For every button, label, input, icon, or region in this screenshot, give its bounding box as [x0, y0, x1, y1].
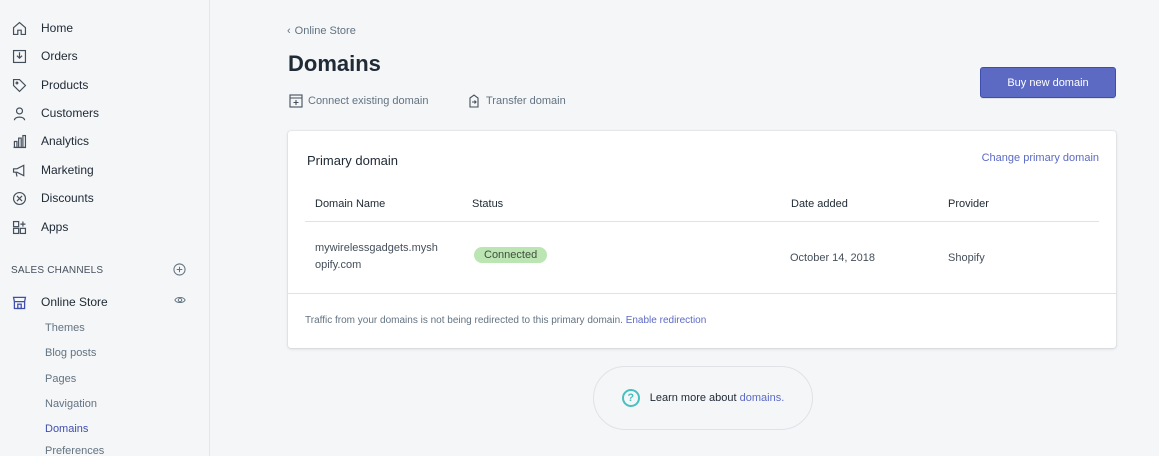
sidebar-item-label: Orders [41, 49, 78, 63]
sidebar-item-label: Online Store [41, 295, 108, 309]
traffic-text: Traffic from your domains is not being r… [305, 315, 623, 326]
apps-icon [10, 218, 28, 236]
breadcrumb-back[interactable]: ‹ Online Store [287, 25, 356, 37]
sidebar-item-marketing[interactable]: Marketing [0, 156, 210, 184]
learn-more-prefix: Learn more about [649, 392, 737, 404]
card-title: Primary domain [307, 153, 399, 168]
transfer-domain-action[interactable]: Transfer domain [467, 94, 566, 108]
sidebar-subitem-domains[interactable]: Domains [45, 423, 88, 435]
transfer-domain-icon [469, 94, 479, 108]
help-icon: ? [621, 389, 640, 407]
domains-help-link[interactable]: domains. [740, 392, 785, 404]
sales-channels-heading: SALES CHANNELS [11, 265, 104, 276]
column-header-date: Date added [791, 198, 848, 210]
discount-icon [10, 189, 28, 207]
enable-redirection-link[interactable]: Enable redirection [626, 315, 707, 326]
person-icon [10, 104, 28, 122]
date-added-cell: October 14, 2018 [790, 252, 876, 264]
buy-new-domain-button[interactable]: Buy new domain [980, 67, 1116, 98]
tag-icon [10, 76, 28, 94]
column-header-domain: Domain Name [315, 198, 386, 210]
sidebar-item-orders[interactable]: Orders [0, 42, 210, 70]
megaphone-icon [10, 161, 28, 179]
header-divider [305, 221, 1099, 222]
sidebar-subitem-navigation[interactable]: Navigation [45, 398, 97, 410]
breadcrumb-label: Online Store [294, 25, 356, 37]
sidebar-item-apps[interactable]: Apps [0, 213, 210, 241]
sidebar-item-customers[interactable]: Customers [0, 99, 210, 127]
sidebar-item-label: Discounts [41, 191, 94, 205]
chevron-left-icon: ‹ [287, 25, 291, 37]
sidebar-item-products[interactable]: Products [0, 71, 210, 99]
sidebar: Home Orders Products Customers Analytics… [0, 0, 210, 456]
eye-icon[interactable] [174, 294, 186, 306]
sidebar-item-label: Marketing [41, 163, 94, 177]
transfer-domain-label: Transfer domain [486, 95, 566, 107]
sidebar-item-label: Apps [41, 220, 69, 234]
domain-name-line: opify.com [315, 259, 362, 271]
sidebar-item-label: Customers [41, 106, 100, 120]
status-badge: Connected [474, 247, 548, 263]
domain-name-cell: mywirelessgadgets.mysh opify.com [315, 240, 438, 274]
column-header-provider: Provider [948, 198, 989, 210]
store-icon [10, 293, 28, 311]
connect-existing-domain-action[interactable]: Connect existing domain [289, 94, 428, 108]
sidebar-subitem-themes[interactable]: Themes [45, 322, 85, 334]
sidebar-subitem-pages[interactable]: Pages [45, 373, 76, 385]
sidebar-item-analytics[interactable]: Analytics [0, 127, 210, 155]
sidebar-item-home[interactable]: Home [0, 14, 210, 42]
change-primary-domain-link[interactable]: Change primary domain [982, 152, 1099, 164]
column-header-status: Status [472, 198, 504, 210]
sidebar-item-label: Home [41, 21, 74, 35]
provider-cell: Shopify [948, 252, 985, 264]
learn-more-box: ? Learn more about domains. [593, 366, 813, 430]
sidebar-item-discounts[interactable]: Discounts [0, 184, 210, 212]
bar-chart-icon [10, 132, 28, 150]
sidebar-subitem-blog-posts[interactable]: Blog posts [45, 347, 96, 359]
sidebar-item-label: Products [41, 78, 89, 92]
page-title: Domains [288, 51, 381, 76]
connect-domain-label: Connect existing domain [308, 95, 429, 107]
connect-domain-icon [289, 94, 303, 108]
add-channel-icon[interactable] [173, 263, 186, 276]
traffic-message: Traffic from your domains is not being r… [305, 315, 706, 326]
card-divider [288, 293, 1116, 294]
home-icon [10, 19, 28, 37]
learn-more-text: Learn more about domains. [650, 392, 785, 404]
primary-domain-card: Primary domain Change primary domain Dom… [288, 131, 1116, 348]
orders-icon [10, 47, 28, 65]
sidebar-subitem-preferences[interactable]: Preferences [45, 445, 104, 456]
sidebar-item-label: Analytics [41, 134, 90, 148]
domain-name-line: mywirelessgadgets.mysh [315, 242, 438, 254]
